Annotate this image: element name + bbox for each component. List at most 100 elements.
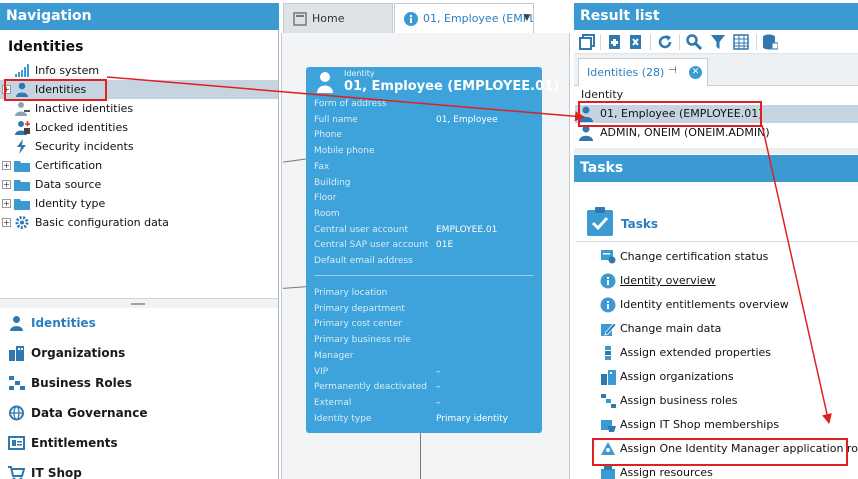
card-field-label: Phone xyxy=(314,130,342,141)
tree-item-data-source[interactable]: + Data source xyxy=(0,175,278,194)
task-item-label: Assign extended properties xyxy=(620,346,771,359)
card-field-label: Primary cost center xyxy=(314,319,403,330)
tree-item-label: Basic configuration data xyxy=(35,216,169,229)
category-entitlements[interactable]: Entitlements xyxy=(0,431,278,455)
tree-item-label: Security incidents xyxy=(35,140,134,153)
task-item-label: Assign business roles xyxy=(620,394,738,407)
refresh-icon[interactable] xyxy=(657,34,673,50)
task-item-label: Change main data xyxy=(620,322,722,335)
category-label: Identities xyxy=(31,316,96,330)
person-icon xyxy=(317,72,333,93)
splitter-grip[interactable] xyxy=(131,303,145,305)
tree-item-label: Certification xyxy=(35,159,103,172)
task-item[interactable]: Assign IT Shop memberships xyxy=(598,413,856,437)
navigation-splitter[interactable] xyxy=(0,298,278,308)
expand-toggle[interactable]: + xyxy=(2,161,11,170)
tree-item-inactive-identities[interactable]: Inactive identities xyxy=(0,99,278,118)
info-icon xyxy=(600,273,616,289)
tree-item-certification[interactable]: + Certification xyxy=(0,156,278,175)
category-label: IT Shop xyxy=(31,466,82,479)
tab-identities-result[interactable]: Identities (28) ⊣ ✕ xyxy=(578,58,708,86)
card-field-label: Full name xyxy=(314,114,358,125)
category-business-roles[interactable]: Business Roles xyxy=(0,371,278,395)
it-shop-icon xyxy=(601,420,616,432)
card-field-row: Primary cost center xyxy=(314,316,538,332)
card-separator xyxy=(314,275,534,276)
card-field-row: Fax xyxy=(314,159,538,175)
tree-item-basic-configuration-data[interactable]: + Basic configuration data xyxy=(0,213,278,232)
delete-icon[interactable] xyxy=(628,34,644,50)
search-icon[interactable] xyxy=(686,34,702,50)
card-field-label: Identity type xyxy=(314,413,372,424)
tree-item-identity-type[interactable]: + Identity type xyxy=(0,194,278,213)
highlight-box-result-row xyxy=(578,101,762,127)
database-icon[interactable] xyxy=(762,34,778,50)
card-field-label: Primary business role xyxy=(314,335,411,346)
task-item-label: Assign IT Shop memberships xyxy=(620,418,780,431)
card-field-label: Fax xyxy=(314,161,330,172)
card-field-label: Room xyxy=(314,208,340,219)
card-field-label: Manager xyxy=(314,350,354,361)
task-item[interactable]: Identity overview xyxy=(598,269,856,293)
table-columns-icon[interactable] xyxy=(733,34,749,50)
task-item[interactable]: Assign extended properties xyxy=(598,341,856,365)
close-icon[interactable]: ✕ xyxy=(689,66,702,79)
tree-item-label: Data source xyxy=(35,178,102,191)
tab-home[interactable]: Home xyxy=(283,3,393,33)
card-field-label: Permanently deactivated xyxy=(314,382,427,393)
card-kind: Identity xyxy=(344,69,375,78)
result-list-toolbar xyxy=(574,30,858,54)
category-data-governance[interactable]: Data Governance xyxy=(0,401,278,425)
card-field-label: Central user account xyxy=(314,224,408,235)
task-item[interactable]: Change main data xyxy=(598,317,856,341)
card-field-label: Building xyxy=(314,177,351,188)
card-field-label: VIP xyxy=(314,366,329,377)
identity-card[interactable]: Identity 01, Employee (EMPLOYEE.01) Form… xyxy=(306,67,559,433)
pin-icon[interactable]: ⊣ xyxy=(668,65,677,76)
task-item[interactable]: Change certification status xyxy=(598,245,856,269)
folder-icon xyxy=(14,199,30,210)
task-item[interactable]: Assign organizations xyxy=(598,365,856,389)
card-field-label: Primary department xyxy=(314,303,405,314)
filter-icon[interactable] xyxy=(710,34,726,50)
card-field-label: Floor xyxy=(314,193,337,204)
horizontal-scrollbar[interactable] xyxy=(574,148,858,154)
card-field-row: Primary location xyxy=(314,285,538,301)
category-it-shop[interactable]: IT Shop xyxy=(0,461,278,479)
tab-home-label: Home xyxy=(312,12,345,25)
tasks-header: Tasks xyxy=(574,155,858,182)
new-icon[interactable] xyxy=(607,34,623,50)
tasks-divider xyxy=(576,241,858,242)
person-inactive-icon xyxy=(15,102,30,116)
card-field-value: – xyxy=(436,382,441,393)
card-field-value: EMPLOYEE.01 xyxy=(436,224,498,235)
resources-icon xyxy=(601,466,615,479)
expand-toggle[interactable]: + xyxy=(2,218,11,227)
result-tab-label: Identities (28) xyxy=(587,66,665,79)
tree-item-locked-identities[interactable]: Locked identities xyxy=(0,118,278,137)
expand-toggle[interactable]: + xyxy=(2,180,11,189)
result-column-header[interactable]: Identity xyxy=(581,88,623,101)
tree-item-label: Locked identities xyxy=(35,121,128,134)
navigation-header: Navigation xyxy=(0,3,279,30)
tree-item-label: Identity type xyxy=(35,197,106,210)
card-title: 01, Employee (EMPLOYEE.01) xyxy=(344,79,560,94)
category-organizations[interactable]: Organizations xyxy=(0,341,278,365)
category-label: Data Governance xyxy=(31,406,148,420)
category-identities[interactable]: Identities xyxy=(0,311,278,335)
tree-item-info-system[interactable]: Info system xyxy=(0,61,278,80)
task-item[interactable]: Identity entitlements overview xyxy=(598,293,856,317)
chevron-down-icon[interactable]: ▼ xyxy=(519,3,535,33)
tree-item-security-incidents[interactable]: Security incidents xyxy=(0,137,278,156)
task-item[interactable]: Assign business roles xyxy=(598,389,856,413)
expand-toggle[interactable]: + xyxy=(2,199,11,208)
toolbar-separator xyxy=(679,34,680,50)
card-field-row: Mobile phone xyxy=(314,143,538,159)
tasks-title: Tasks xyxy=(621,217,659,231)
card-field-label: External xyxy=(314,397,352,408)
person-icon xyxy=(10,316,23,331)
card-field-row: Phone xyxy=(314,127,538,143)
toolbar-separator xyxy=(650,34,651,50)
tab-employee[interactable]: 01, Employee (EMPLOYEE.01) xyxy=(394,3,534,33)
copy-icon[interactable] xyxy=(579,34,595,50)
